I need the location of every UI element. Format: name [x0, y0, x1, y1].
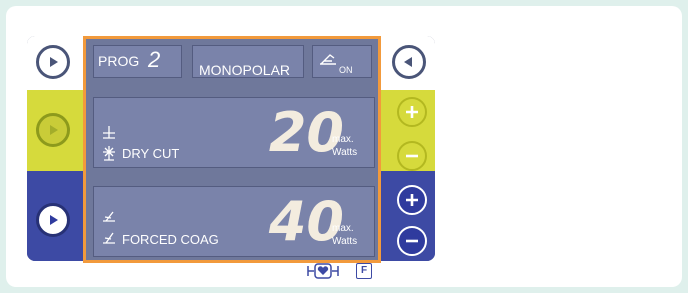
play-icon: [50, 125, 58, 135]
cut-power-value: 20: [268, 101, 344, 164]
cut-play-button[interactable]: [36, 113, 70, 147]
program-display: PROG 2: [93, 45, 182, 78]
play-icon: [50, 215, 58, 225]
cut-increase-button[interactable]: [397, 97, 427, 127]
footswitch-display: ON: [312, 45, 372, 78]
coag-play-button[interactable]: [36, 203, 70, 237]
plus-icon: [406, 106, 418, 118]
cut-decrease-button[interactable]: [397, 141, 427, 171]
coag-power-value: 40: [268, 190, 344, 253]
minus-icon: [406, 239, 418, 243]
cut-unit-watts: Watts: [332, 147, 358, 158]
program-back-button[interactable]: [392, 45, 426, 79]
program-label: PROG: [98, 53, 140, 69]
mode-label: MONOPOLAR: [199, 62, 291, 78]
plus-icon: [406, 194, 418, 206]
cut-electrode-icon: [103, 126, 115, 161]
play-icon: [50, 57, 58, 67]
coag-decrease-button[interactable]: [397, 226, 427, 256]
function-key-label: F: [360, 265, 368, 276]
function-key-indicator: F: [356, 263, 372, 279]
coag-unit-max: max.: [332, 223, 354, 234]
heart-electrode-icon: [307, 263, 339, 279]
mode-display: MONOPOLAR: [192, 45, 304, 78]
minus-icon: [406, 154, 418, 158]
coag-electrode-icon: [103, 211, 115, 244]
cut-display: DRY CUT 20 max. Watts: [93, 97, 375, 168]
coag-display: FORCED COAG 40 max. Watts: [93, 186, 375, 257]
cut-mode-label: DRY CUT: [122, 146, 180, 161]
program-play-button[interactable]: [36, 45, 70, 79]
coag-mode-label: FORCED COAG: [122, 232, 219, 247]
program-number: 2: [148, 47, 161, 72]
footswitch-icon: [320, 54, 336, 65]
coag-increase-button[interactable]: [397, 185, 427, 215]
cut-unit-max: max.: [332, 134, 354, 145]
footswitch-state: ON: [339, 65, 353, 75]
rewind-icon: [404, 57, 412, 67]
coag-unit-watts: Watts: [332, 236, 358, 247]
